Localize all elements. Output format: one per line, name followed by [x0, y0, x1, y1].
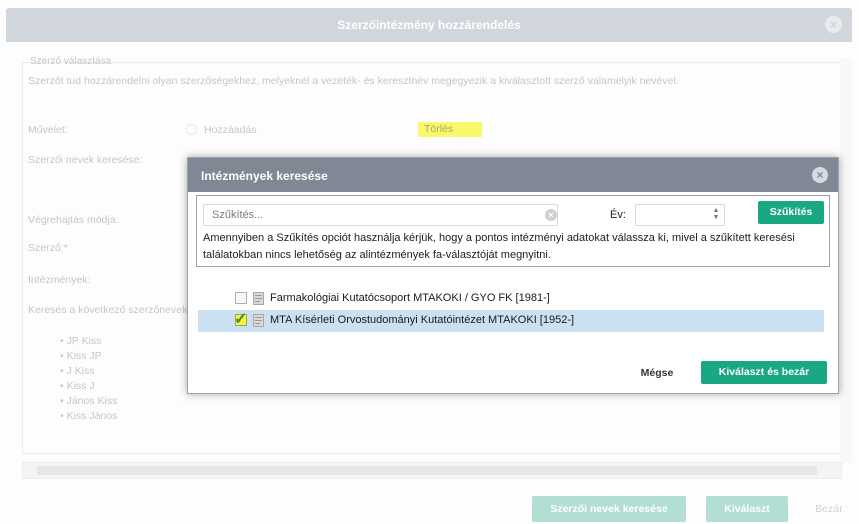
spinner-icon[interactable]: ▲ ▼ [711, 207, 721, 223]
close-icon[interactable]: × [812, 167, 828, 183]
search-input[interactable] [203, 204, 558, 226]
modal-title: Intézmények keresése [201, 169, 328, 183]
cancel-button[interactable]: Mégse [628, 362, 686, 385]
tree-row-selected[interactable]: ✓ MTA Kísérleti Orvostudományi Kutatóint… [198, 310, 824, 332]
document-icon [253, 292, 264, 305]
institution-search-modal: Intézmények keresése × × Év: ▲▼ Szűkítés… [187, 157, 839, 394]
filter-button[interactable]: Szűkítés [758, 201, 824, 224]
filter-panel: × Év: ▲▼ Szűkítés Amennyiben a Szűkítés … [196, 195, 830, 267]
info-text: Amennyiben a Szűkítés opciót használja k… [203, 232, 795, 261]
tree-row[interactable]: Farmakológiai Kutatócsoport MTAKOKI / GY… [198, 288, 824, 310]
modal-header: Intézmények keresése × [188, 158, 838, 192]
tree-item-label: Farmakológiai Kutatócsoport MTAKOKI / GY… [270, 292, 550, 304]
select-and-close-button[interactable]: Kiválaszt és bezár [701, 361, 827, 384]
checkmark-icon: ✓ [234, 311, 248, 328]
tree-item-label: MTA Kísérleti Orvostudományi Kutatóintéz… [270, 314, 575, 326]
year-label: Év: [610, 209, 626, 221]
clear-icon[interactable]: × [545, 209, 557, 221]
tree-checkbox[interactable] [235, 292, 247, 304]
document-icon [253, 314, 264, 327]
